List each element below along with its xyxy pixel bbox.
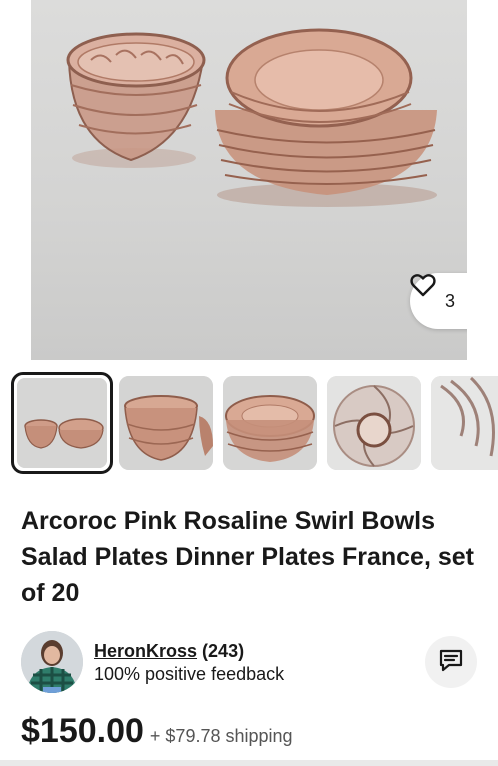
thumbnail-image <box>223 376 317 470</box>
message-icon <box>438 648 464 677</box>
thumbnail-2[interactable] <box>119 376 213 470</box>
seller-avatar[interactable] <box>21 631 83 693</box>
bowls-stack <box>66 32 206 168</box>
thumbnail-image <box>431 376 498 470</box>
main-product-image[interactable]: 3 <box>31 0 467 360</box>
thumbnail-strip[interactable] <box>0 372 498 474</box>
seller-name-link[interactable]: HeronKross <box>94 641 197 661</box>
contact-seller-button[interactable] <box>425 636 477 688</box>
thumbnail-5[interactable] <box>431 376 498 470</box>
thumbnail-1[interactable] <box>11 372 113 474</box>
thumbnail-image <box>119 376 213 470</box>
listing-title: Arcoroc Pink Rosaline Swirl Bowls Salad … <box>21 507 474 607</box>
seller-rating-count: (243) <box>202 641 245 661</box>
thumbnail-image <box>327 376 421 470</box>
seller-feedback: 100% positive feedback <box>94 664 285 684</box>
thumbnail-3[interactable] <box>223 376 317 470</box>
section-divider <box>0 760 498 766</box>
like-button[interactable]: 3 <box>410 273 467 329</box>
price-row: $150.00 + $79.78 shipping <box>21 712 293 756</box>
item-price: $150.00 <box>21 712 144 750</box>
seller-info: HeronKross (243) <box>94 640 244 662</box>
shipping-cost: + $79.78 shipping <box>149 726 293 746</box>
thumbnail-image <box>17 378 107 468</box>
product-photo <box>66 28 437 207</box>
thumbnail-4[interactable] <box>327 376 421 470</box>
plates-stack <box>215 28 437 207</box>
like-count: 3 <box>444 290 455 311</box>
